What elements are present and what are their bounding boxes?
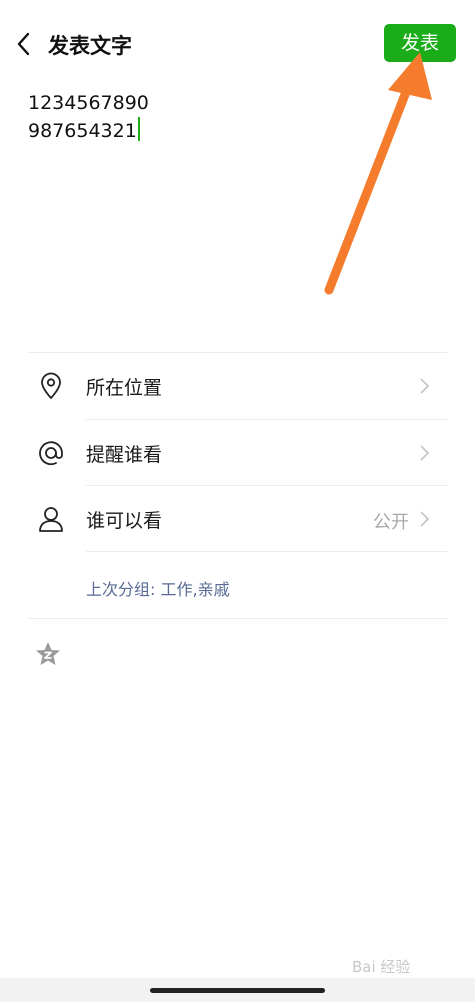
chevron-right-icon: [420, 445, 430, 461]
divider: [28, 618, 447, 619]
option-label: 所在位置: [86, 377, 163, 399]
option-label: 谁可以看: [86, 510, 163, 532]
person-icon: [39, 507, 63, 532]
watermark: Bai 经验: [352, 958, 411, 976]
option-location[interactable]: 所在位置: [0, 353, 475, 419]
option-remind[interactable]: 提醒谁看: [0, 420, 475, 486]
visibility-value: 公开: [373, 512, 409, 533]
last-group-note[interactable]: 上次分组: 工作,亲戚: [86, 576, 230, 600]
home-indicator[interactable]: [150, 988, 325, 993]
annotation-arrow: [324, 52, 432, 295]
chevron-right-icon: [420, 378, 430, 394]
option-visibility[interactable]: 谁可以看 公开: [0, 486, 475, 552]
star-icon[interactable]: [34, 640, 62, 668]
option-label: 提醒谁看: [86, 444, 163, 466]
at-mention-icon: [39, 441, 63, 466]
location-pin-icon: [41, 372, 61, 400]
chevron-right-icon: [420, 511, 430, 527]
divider: [86, 551, 447, 552]
